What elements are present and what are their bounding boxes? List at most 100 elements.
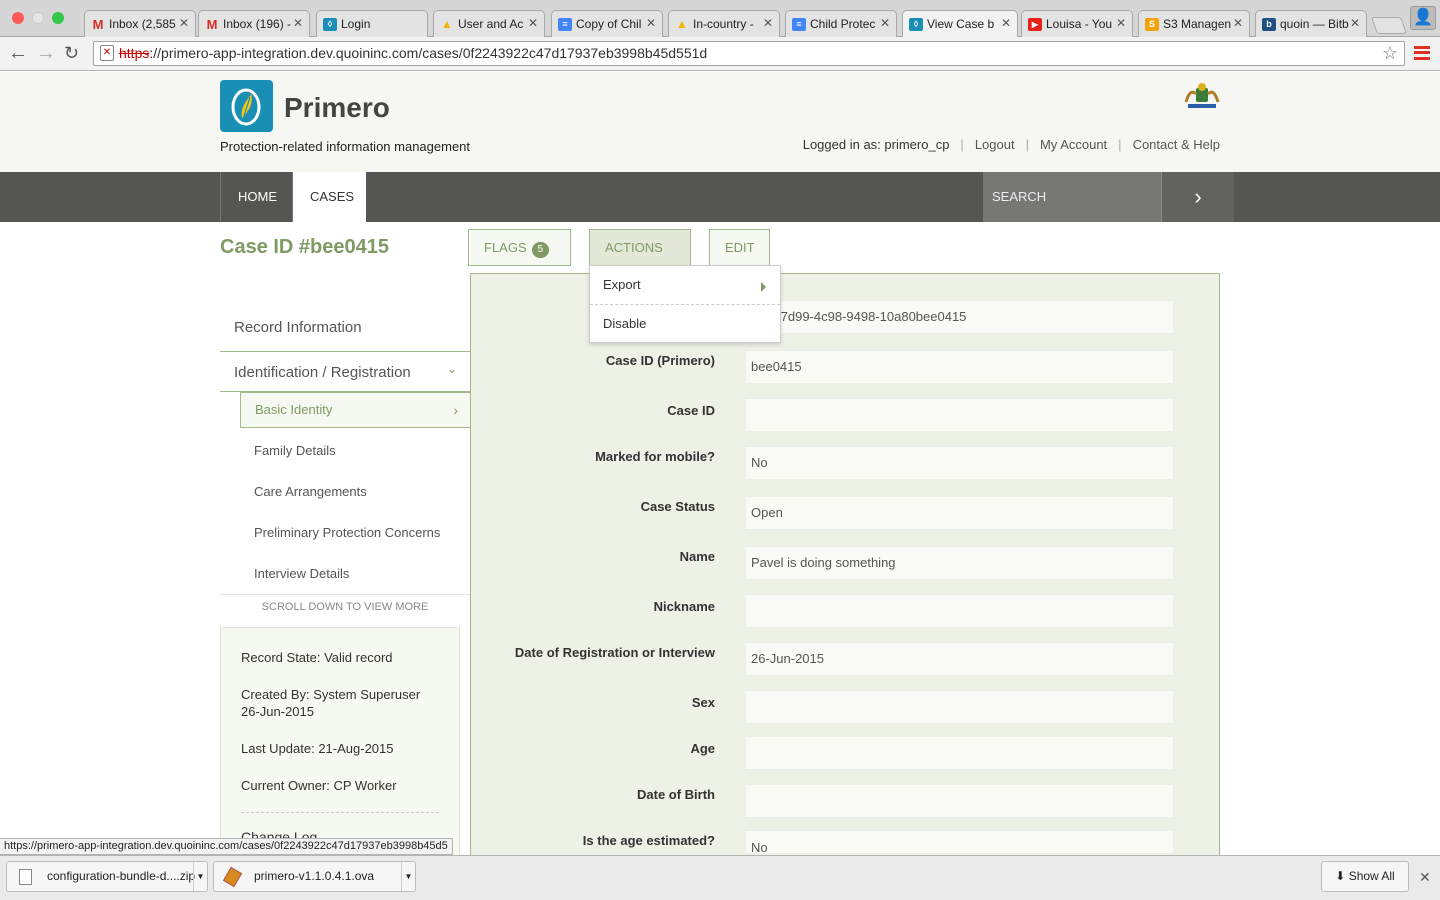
insecure-lock-icon: ✕	[100, 45, 114, 61]
edit-button[interactable]: EDIT	[709, 229, 770, 266]
app-header: Primero Protection-related information m…	[0, 72, 1440, 172]
close-window-button[interactable]	[12, 12, 24, 24]
browser-tab[interactable]: b quoin — Bitb ✕	[1255, 10, 1367, 37]
field-value	[745, 736, 1174, 770]
field-value	[745, 784, 1174, 818]
contact-help-link[interactable]: Contact & Help	[1133, 137, 1220, 152]
field-label: Date of Birth	[637, 787, 715, 802]
tab-close-icon[interactable]: ✕	[1116, 16, 1126, 30]
last-update: Last Update: 21-Aug-2015	[241, 741, 394, 756]
field-value: bee0415	[745, 350, 1174, 384]
flags-button[interactable]: FLAGS 5	[468, 229, 571, 266]
browser-tab[interactable]: ▶ Louisa - You ✕	[1021, 10, 1133, 37]
bookmark-star-icon[interactable]: ☆	[1382, 42, 1398, 65]
field-label: Nickname	[653, 599, 715, 614]
app-name[interactable]: Primero	[284, 92, 390, 124]
package-icon	[222, 866, 243, 888]
browser-menu-icon[interactable]	[1414, 46, 1430, 60]
sidebar-item-interview-details[interactable]: Interview Details	[240, 556, 471, 578]
address-bar[interactable]: ✕ https://primero-app-integration.dev.qu…	[93, 41, 1405, 66]
primero-logo[interactable]	[220, 80, 273, 132]
field-value	[745, 690, 1174, 724]
sidebar-item-family-details[interactable]: Family Details	[240, 433, 471, 469]
field-label: Age	[690, 741, 715, 756]
user-links: Logged in as: primero_cp | Logout | My Accou…	[802, 137, 1220, 152]
field-value: No	[745, 830, 1174, 854]
sidebar-record-information[interactable]: Record Information	[220, 319, 471, 336]
back-arrow-icon[interactable]: ←	[8, 41, 28, 65]
search-submit-chevron-icon[interactable]: ›	[1161, 172, 1234, 222]
field-value-record-id: f714-7d99-4c98-9498-10a80bee0415	[745, 300, 1174, 334]
docs-icon: ≡	[558, 18, 572, 31]
field-value: Pavel is doing something	[745, 546, 1174, 580]
status-bar-url: https://primero-app-integration.dev.quoi…	[0, 838, 453, 855]
browser-tab[interactable]: ▲ User and Ac ✕	[433, 10, 545, 37]
browser-tab[interactable]: ◊ Login	[316, 10, 428, 37]
download-bar: configuration-bundle-d....zip ▼ primero-…	[0, 855, 1440, 900]
search-input[interactable]: SEARCH	[983, 172, 1161, 222]
browser-tab[interactable]: M Inbox (196) - ✕	[198, 10, 310, 37]
logged-in-as: Logged in as: primero_cp	[802, 137, 950, 152]
reload-icon[interactable]: ↻	[64, 41, 79, 65]
drive-icon: ▲	[441, 17, 453, 31]
app-tagline: Protection-related information managemen…	[220, 139, 471, 154]
main-nav: HOME CASES SEARCH ›	[0, 172, 1440, 222]
nav-home[interactable]: HOME	[220, 172, 292, 222]
drive-icon: ▲	[676, 17, 688, 31]
field-value: No	[745, 446, 1174, 480]
browser-tab[interactable]: M Inbox (2,585 ✕	[84, 10, 196, 37]
submenu-arrow-icon	[761, 282, 766, 292]
browser-tab[interactable]: ▲ In-country - ✕	[668, 10, 780, 37]
caret-down-icon[interactable]: ▼	[193, 862, 207, 891]
browser-tab-active[interactable]: ◊ View Case b ✕	[902, 10, 1018, 38]
record-state: Record State: Valid record	[241, 650, 393, 665]
tab-close-icon[interactable]: ✕	[763, 16, 773, 30]
tab-close-icon[interactable]: ✕	[1001, 16, 1011, 30]
tab-close-icon[interactable]: ✕	[880, 16, 890, 30]
tab-close-icon[interactable]: ✕	[1233, 16, 1243, 30]
tab-close-icon[interactable]: ✕	[646, 16, 656, 30]
sidebar-item-care-arrangements[interactable]: Care Arrangements	[240, 474, 471, 510]
minimize-window-button[interactable]	[32, 12, 44, 24]
actions-button[interactable]: ACTIONS	[589, 229, 691, 287]
forward-arrow-icon[interactable]: →	[36, 41, 56, 65]
field-label: Marked for mobile?	[595, 449, 715, 464]
flags-count-badge: 5	[531, 242, 550, 258]
close-download-bar-icon[interactable]: ✕	[1419, 869, 1431, 886]
nav-cases[interactable]: CASES	[292, 172, 366, 222]
tab-close-icon[interactable]: ✕	[179, 16, 189, 30]
created-date: 26-Jun-2015	[241, 704, 314, 719]
primero-icon: ◊	[909, 18, 923, 31]
field-value: Open	[745, 496, 1174, 530]
field-label: Name	[679, 549, 715, 564]
file-icon	[19, 869, 32, 885]
tab-close-icon[interactable]: ✕	[293, 16, 303, 30]
coat-of-arms-icon	[1184, 82, 1220, 110]
download-item[interactable]: primero-v1.1.0.4.1.ova ▼	[213, 861, 416, 892]
download-item[interactable]: configuration-bundle-d....zip ▼	[6, 861, 208, 892]
browser-tab[interactable]: ≡ Child Protec ✕	[785, 10, 897, 37]
field-value	[745, 398, 1174, 432]
field-label: Case ID	[667, 403, 715, 418]
zoom-window-button[interactable]	[52, 12, 64, 24]
profile-icon[interactable]: 👤	[1410, 6, 1436, 30]
logout-link[interactable]: Logout	[975, 137, 1015, 152]
basic-identity-form: f714-7d99-4c98-9498-10a80bee0415 Case ID…	[470, 273, 1220, 863]
caret-down-icon[interactable]: ▼	[401, 862, 415, 891]
browser-tab[interactable]: S S3 Managen ✕	[1138, 10, 1250, 37]
sidebar-item-preliminary-protection[interactable]: Preliminary Protection Concerns	[240, 515, 471, 551]
my-account-link[interactable]: My Account	[1040, 137, 1107, 152]
tab-close-icon[interactable]: ✕	[528, 16, 538, 30]
browser-tab[interactable]: ≡ Copy of Chil ✕	[551, 10, 663, 37]
sidebar-item-basic-identity[interactable]: Basic Identity ›	[240, 392, 471, 428]
menu-item-disable[interactable]: Disable	[603, 316, 646, 331]
show-all-downloads-button[interactable]: ⬇ Show All	[1321, 861, 1409, 892]
primero-leaf-icon	[231, 88, 261, 126]
field-label: Date of Registration or Interview	[514, 645, 715, 660]
docs-icon: ≡	[792, 18, 806, 31]
sidebar-group-identification[interactable]: Identification / Registration ⌄	[220, 362, 471, 381]
tab-close-icon[interactable]: ✕	[1350, 16, 1360, 30]
menu-item-export[interactable]: Export	[603, 277, 641, 292]
browser-toolbar: ← → ↻ ✕ https://primero-app-integration.…	[0, 37, 1440, 71]
new-tab-button[interactable]	[1370, 17, 1408, 34]
